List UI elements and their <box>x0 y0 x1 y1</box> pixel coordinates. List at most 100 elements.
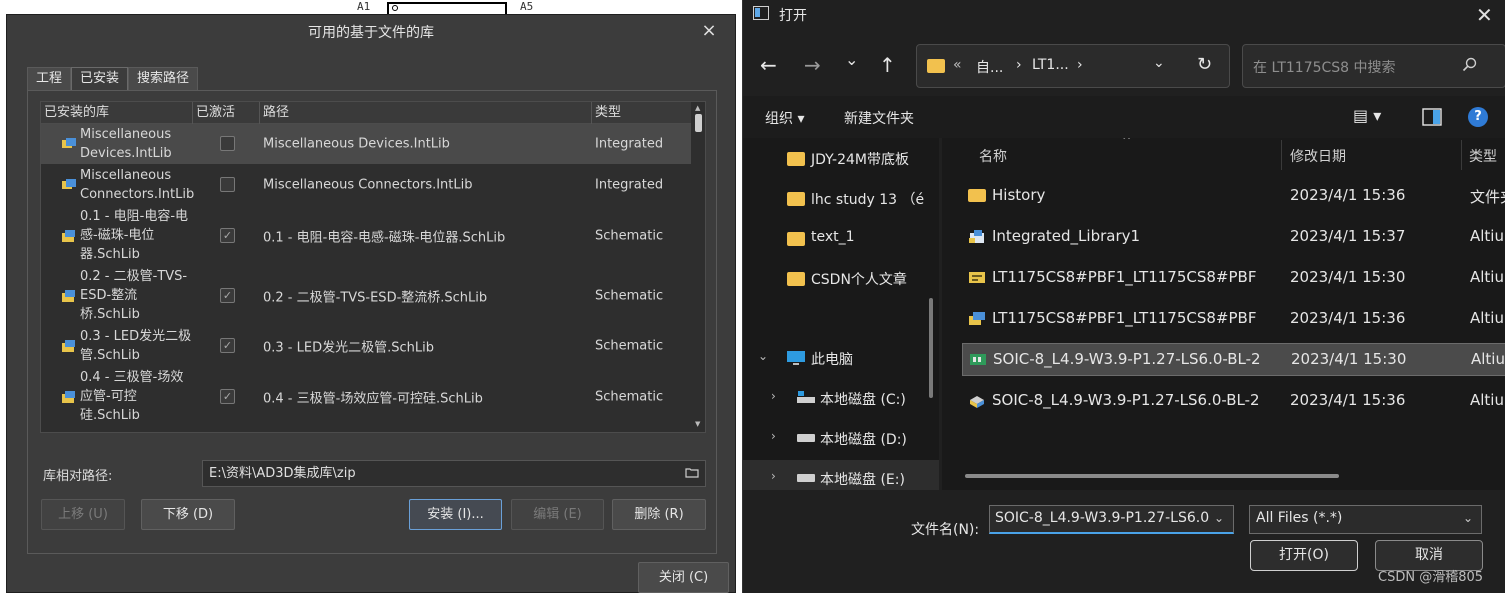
relative-path-label: 库相对路径: <box>43 469 113 484</box>
back-arrow-icon[interactable]: ← <box>760 53 777 77</box>
chevron-down-icon[interactable]: ⌄ <box>1153 55 1165 71</box>
refresh-icon[interactable]: ↻ <box>1197 54 1212 75</box>
address-separator: › <box>1016 57 1022 73</box>
filetype-value: All Files (*.*) <box>1256 510 1343 526</box>
nav-item-folder[interactable]: lhc study 13 （é <box>743 180 939 216</box>
library-type: Schematic <box>595 389 664 404</box>
tab-installed[interactable]: 已安装 <box>71 67 129 91</box>
chevron-right-icon[interactable]: › <box>771 469 776 483</box>
table-row[interactable]: 0.4 - 三极管-场效应管-可控硅.SchLib ✓ 0.4 - 三极管-场效… <box>41 367 691 427</box>
file-row[interactable]: LT1175CS8#PBF1_LT1175CS8#PBF 2023/4/1 15… <box>962 303 1505 336</box>
filetype-select[interactable]: All Files (*.*) ⌄ <box>1249 505 1482 534</box>
table-scrollbar[interactable]: ▲ ▼ <box>692 102 705 432</box>
tab-search-path[interactable]: 搜索路径 <box>128 67 199 91</box>
schlib-icon <box>969 312 985 325</box>
file-row[interactable]: LT1175CS8#PBF1_LT1175CS8#PBF 2023/4/1 15… <box>962 262 1505 295</box>
browse-folder-icon[interactable] <box>685 466 699 478</box>
column-header-date[interactable]: 修改日期 <box>1290 146 1346 166</box>
view-options-icon[interactable]: ▤ ▾ <box>1353 106 1381 125</box>
column-header-name[interactable]: 名称 <box>979 146 1007 166</box>
nav-item-folder[interactable]: text_1 <box>743 220 939 256</box>
nav-item-label: CSDN个人文章 <box>811 272 907 288</box>
scroll-up-icon[interactable]: ▲ <box>695 104 700 112</box>
folder-icon <box>787 272 805 286</box>
column-header-active[interactable]: 已激活 <box>193 102 260 124</box>
active-checkbox-checked[interactable]: ✓ <box>220 287 235 303</box>
address-bar[interactable]: « 自... › LT1... › ⌄ ↻ <box>916 44 1230 88</box>
active-checkbox-checked[interactable]: ✓ <box>220 338 235 353</box>
file-date: 2023/4/1 15:36 <box>1290 186 1406 204</box>
pcb-icon <box>970 354 986 365</box>
sort-indicator-icon: ^ <box>1122 138 1132 147</box>
schlib-icon <box>62 390 75 403</box>
close-icon[interactable]: ✕ <box>1476 3 1493 27</box>
nav-pane-scrollbar[interactable] <box>929 298 933 398</box>
column-header-type[interactable]: 类型 <box>1469 146 1497 166</box>
column-header-path[interactable]: 路径 <box>260 102 592 124</box>
project-icon <box>969 230 984 243</box>
active-checkbox[interactable] <box>220 136 235 151</box>
tab-project[interactable]: 工程 <box>27 67 72 91</box>
organize-menu[interactable]: 组织 ▾ <box>765 108 804 128</box>
move-down-button[interactable]: 下移 (D) <box>141 499 235 530</box>
install-button[interactable]: 安装 (I)... <box>409 499 502 530</box>
new-folder-button[interactable]: 新建文件夹 <box>844 108 914 128</box>
file-row[interactable]: SOIC-8_L4.9-W3.9-P1.27-LS6.0-BL-2 2023/4… <box>962 385 1505 418</box>
open-file-dialog: 打开 ✕ ← → ⌄ ↑ « 自... › LT1... › ⌄ ↻ 在 LT1… <box>742 0 1505 593</box>
search-icon[interactable] <box>1462 57 1477 72</box>
chevron-down-icon[interactable]: ⌄ <box>758 349 768 363</box>
nav-item-drive-c[interactable]: › 本地磁盘 (C:) <box>743 380 939 416</box>
file-type: 文件夹 <box>1470 188 1505 206</box>
nav-item-this-pc[interactable]: ⌄ 此电脑 <box>743 340 939 376</box>
library-name: 0.2 - 二极管-TVS-ESD-整流桥.SchLib <box>80 269 188 322</box>
column-separator <box>1461 140 1462 170</box>
forward-arrow-icon[interactable]: → <box>804 53 821 77</box>
search-placeholder: 在 LT1175CS8 中搜索 <box>1253 60 1396 76</box>
table-row[interactable]: 0.2 - 二极管-TVS-ESD-整流桥.SchLib ✓ 0.2 - 二极管… <box>41 266 691 326</box>
nav-item-folder[interactable]: CSDN个人文章 <box>743 260 939 296</box>
relative-path-field[interactable]: E:\资料\AD3D集成库\zip <box>202 460 706 487</box>
edit-button[interactable]: 编辑 (E) <box>511 499 604 530</box>
recent-locations-icon[interactable]: ⌄ <box>845 50 858 69</box>
chevron-right-icon[interactable]: › <box>771 389 776 403</box>
table-row[interactable]: 0.1 - 电阻-电容-电感-磁珠-电位器.SchLib ✓ 0.1 - 电阻-… <box>41 206 691 266</box>
up-arrow-icon[interactable]: ↑ <box>879 53 896 77</box>
column-header-library[interactable]: 已安装的库 <box>41 102 193 124</box>
move-up-button[interactable]: 上移 (U) <box>41 499 125 530</box>
file-row[interactable]: History 2023/4/1 15:36 文件夹 <box>962 180 1505 213</box>
search-input[interactable]: 在 LT1175CS8 中搜索 <box>1242 44 1505 88</box>
library-name: 0.1 - 电阻-电容-电感-磁珠-电位器.SchLib <box>80 209 189 262</box>
file-list-scrollbar[interactable] <box>965 474 1339 478</box>
scroll-thumb[interactable] <box>695 114 702 132</box>
file-row[interactable]: Integrated_Library1 2023/4/1 15:37 Altiu… <box>962 221 1505 254</box>
active-checkbox-checked[interactable]: ✓ <box>220 227 235 243</box>
table-row[interactable]: Miscellaneous Devices.IntLib Miscellaneo… <box>41 124 691 165</box>
close-button[interactable]: 关闭 (C) <box>638 562 729 593</box>
table-row[interactable]: Miscellaneous Connectors.IntLib Miscella… <box>41 165 691 206</box>
column-header-type[interactable]: 类型 <box>592 102 691 124</box>
preview-pane-icon[interactable] <box>1422 108 1442 126</box>
file-row-selected[interactable]: SOIC-8_L4.9-W3.9-P1.27-LS6.0-BL-2 2023/4… <box>962 343 1505 376</box>
delete-button[interactable]: 删除 (R) <box>612 499 706 530</box>
help-icon[interactable]: ? <box>1468 107 1488 127</box>
active-checkbox-checked[interactable]: ✓ <box>220 388 235 404</box>
filename-input[interactable]: SOIC-8_L4.9-W3.9-P1.27-LS6.0-BL-2 ⌄ <box>989 505 1234 534</box>
close-icon[interactable]: × <box>697 19 721 43</box>
file-date: 2023/4/1 15:36 <box>1290 309 1406 327</box>
chevron-right-icon[interactable]: › <box>771 429 776 443</box>
table-row[interactable]: 0.3 - LED发光二极管.SchLib ✓ 0.3 - LED发光二极管.S… <box>41 326 691 367</box>
nav-item-drive-e[interactable]: › 本地磁盘 (E:) <box>743 460 939 490</box>
address-segment[interactable]: LT1... <box>1032 57 1069 73</box>
address-overflow[interactable]: « <box>953 57 962 73</box>
file-list: ^ 名称 修改日期 类型 History 2023/4/1 15:36 文件夹 … <box>942 138 1505 490</box>
active-checkbox[interactable] <box>220 177 235 192</box>
drive-icon <box>797 434 815 442</box>
library-type: Schematic <box>595 288 664 303</box>
scroll-down-icon[interactable]: ▼ <box>695 420 700 428</box>
nav-item-drive-d[interactable]: › 本地磁盘 (D:) <box>743 420 939 456</box>
nav-item-folder[interactable]: JDY-24M带底板 <box>743 140 939 176</box>
table-header: 已安装的库 已激活 路径 类型 <box>41 102 691 124</box>
address-segment[interactable]: 自... <box>976 57 1003 77</box>
open-button[interactable]: 打开(O) <box>1250 540 1358 571</box>
chevron-down-icon[interactable]: ⌄ <box>1463 511 1473 525</box>
